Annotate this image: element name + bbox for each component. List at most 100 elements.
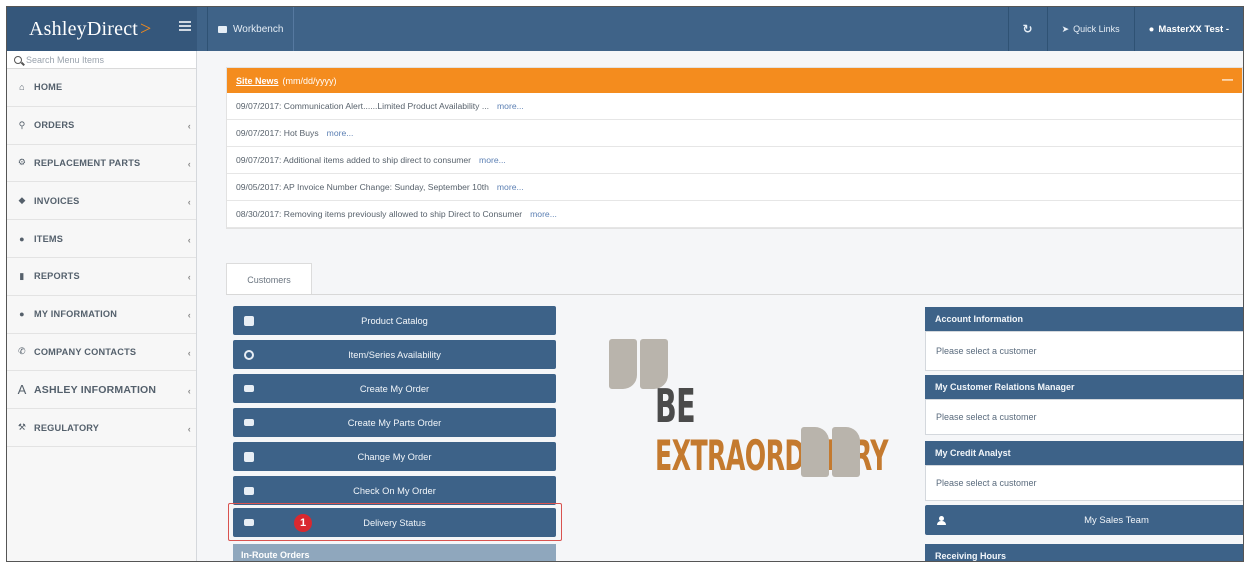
user-label: MasterXX Test -	[1158, 23, 1229, 35]
button-label: My Sales Team	[1084, 514, 1149, 526]
button-label: Item/Series Availability	[348, 349, 441, 360]
news-item: 08/30/2017: Removing items previously al…	[227, 201, 1242, 228]
user-icon: ●	[19, 309, 25, 320]
check-on-my-order-button[interactable]: Check On My Order	[233, 476, 556, 505]
gear-icon: ●	[19, 233, 25, 244]
news-item: 09/07/2017: Hot Buys more...	[227, 120, 1242, 147]
step-number-badge: 1	[294, 514, 312, 532]
credit-analyst-body: Please select a customer	[925, 465, 1243, 501]
tag-icon: ◆	[18, 195, 26, 206]
search-icon	[14, 55, 22, 64]
sidebar-item-company-contacts[interactable]: ✆ COMPANY CONTACTS ‹	[7, 334, 196, 372]
file-icon: ▮	[19, 270, 25, 281]
tab-divider	[226, 294, 1243, 295]
sidebar-item-label: ORDERS	[34, 120, 75, 131]
search-placeholder: Search Menu Items	[26, 54, 105, 65]
sidebar-item-reports[interactable]: ▮ REPORTS ‹	[7, 258, 196, 296]
workbench-link[interactable]: Workbench	[207, 7, 295, 51]
button-label: Check On My Order	[353, 485, 436, 496]
collapse-icon[interactable]: —	[1222, 74, 1233, 86]
site-news-date-format: (mm/dd/yyyy)	[282, 75, 337, 86]
item-series-availability-button[interactable]: Item/Series Availability	[233, 340, 556, 369]
sidebar-item-label: REGULATORY	[34, 422, 100, 433]
workbench-icon	[218, 25, 227, 33]
top-right-menu: ↻ ➤ Quick Links ● MasterXX Test -	[1007, 7, 1243, 51]
crm-header: My Customer Relations Manager	[925, 375, 1243, 399]
clock-icon	[244, 349, 254, 360]
hamburger-menu-icon[interactable]	[179, 21, 191, 31]
news-item: 09/07/2017: Communication Alert......Lim…	[227, 93, 1242, 120]
open-quote-mark	[609, 339, 637, 389]
site-news-title[interactable]: Site News	[236, 76, 279, 86]
sidebar: Search Menu Items ⌂ HOME ⚲ ORDERS ‹ ⚙ RE…	[7, 51, 197, 561]
sidebar-item-ashley-information[interactable]: A ASHLEY INFORMATION ‹	[7, 371, 196, 410]
close-quote-mark	[832, 427, 860, 477]
chevron-left-icon: ‹	[187, 121, 191, 132]
site-news-header: Site News (mm/dd/yyyy) —	[227, 68, 1242, 93]
cogs-icon: ⚙	[17, 157, 27, 168]
create-my-parts-order-button[interactable]: Create My Parts Order	[233, 408, 556, 437]
sidebar-item-replacement-parts[interactable]: ⚙ REPLACEMENT PARTS ‹	[7, 145, 196, 183]
brand-logo[interactable]: AshleyDirect >	[7, 7, 197, 51]
sidebar-item-label: COMPANY CONTACTS	[34, 346, 137, 357]
news-more-link[interactable]: more...	[497, 182, 524, 192]
cart-icon	[244, 385, 254, 392]
my-sales-team-button[interactable]: My Sales Team	[925, 505, 1243, 535]
user-menu[interactable]: ● MasterXX Test -	[1133, 7, 1243, 51]
button-label: Change My Order	[357, 451, 432, 462]
gavel-icon: ⚒	[17, 422, 27, 433]
news-more-link[interactable]: more...	[479, 155, 506, 165]
product-catalog-button[interactable]: Product Catalog	[233, 306, 556, 335]
credit-analyst-header: My Credit Analyst	[925, 441, 1243, 465]
tab-customers[interactable]: Customers	[226, 263, 312, 295]
news-more-link[interactable]: more...	[327, 128, 354, 138]
sidebar-item-regulatory[interactable]: ⚒ REGULATORY ‹	[7, 409, 196, 447]
quick-links-label: Quick Links	[1073, 24, 1120, 34]
delivery-status-highlight	[228, 503, 562, 541]
sidebar-item-orders[interactable]: ⚲ ORDERS ‹	[7, 107, 196, 145]
news-text: 09/07/2017: Additional items added to sh…	[236, 155, 472, 165]
news-more-link[interactable]: more...	[530, 209, 557, 219]
sidebar-item-items[interactable]: ● ITEMS ‹	[7, 220, 196, 258]
quick-links-icon: ➤	[1061, 23, 1070, 34]
phone-icon: ✆	[18, 346, 26, 357]
news-text: 09/07/2017: Hot Buys	[236, 128, 319, 138]
news-more-link[interactable]: more...	[497, 101, 524, 111]
news-text: 09/07/2017: Communication Alert......Lim…	[236, 101, 490, 111]
book-icon	[244, 315, 254, 326]
refresh-button[interactable]: ↻	[1007, 7, 1047, 51]
in-route-orders-header: In-Route Orders	[233, 544, 556, 561]
user-icon: ●	[1148, 23, 1155, 35]
edit-icon	[244, 451, 254, 462]
news-item: 09/05/2017: AP Invoice Number Change: Su…	[227, 174, 1242, 201]
sidebar-item-label: HOME	[34, 82, 63, 93]
chevron-left-icon: ‹	[187, 158, 191, 169]
site-news-panel: Site News (mm/dd/yyyy) — 09/07/2017: Com…	[226, 67, 1243, 229]
chevron-left-icon: ‹	[187, 272, 191, 283]
change-my-order-button[interactable]: Change My Order	[233, 442, 556, 471]
news-text: 08/30/2017: Removing items previously al…	[236, 209, 523, 219]
chevron-left-icon: ‹	[187, 196, 191, 207]
account-information-body: Please select a customer	[925, 331, 1243, 371]
slogan-line-1: BE	[655, 379, 696, 433]
sidebar-item-invoices[interactable]: ◆ INVOICES ‹	[7, 182, 196, 221]
chevron-left-icon: ‹	[187, 234, 191, 245]
account-information-header: Account Information	[925, 307, 1243, 331]
ashley-a-icon: A	[17, 382, 27, 398]
workbench-label: Workbench	[233, 23, 284, 35]
refresh-icon: ↻	[1022, 22, 1033, 36]
sidebar-item-label: ASHLEY INFORMATION	[34, 383, 157, 396]
news-item: 09/07/2017: Additional items added to sh…	[227, 147, 1242, 174]
crm-body: Please select a customer	[925, 399, 1243, 435]
search-menu-input[interactable]: Search Menu Items	[7, 51, 196, 69]
chevron-left-icon: ‹	[187, 385, 191, 396]
create-my-order-button[interactable]: Create My Order	[233, 374, 556, 403]
receiving-hours-header: Receiving Hours	[925, 544, 1243, 561]
sidebar-item-home[interactable]: ⌂ HOME	[7, 69, 196, 107]
sidebar-item-my-information[interactable]: ● MY INFORMATION ‹	[7, 296, 196, 334]
be-extraordinary-graphic: BE EXTRAORDINARY	[609, 339, 889, 479]
sidebar-item-label: MY INFORMATION	[34, 309, 118, 320]
button-label: Create My Parts Order	[347, 417, 442, 428]
button-label: Product Catalog	[361, 315, 428, 326]
quick-links-menu[interactable]: ➤ Quick Links	[1046, 7, 1134, 51]
